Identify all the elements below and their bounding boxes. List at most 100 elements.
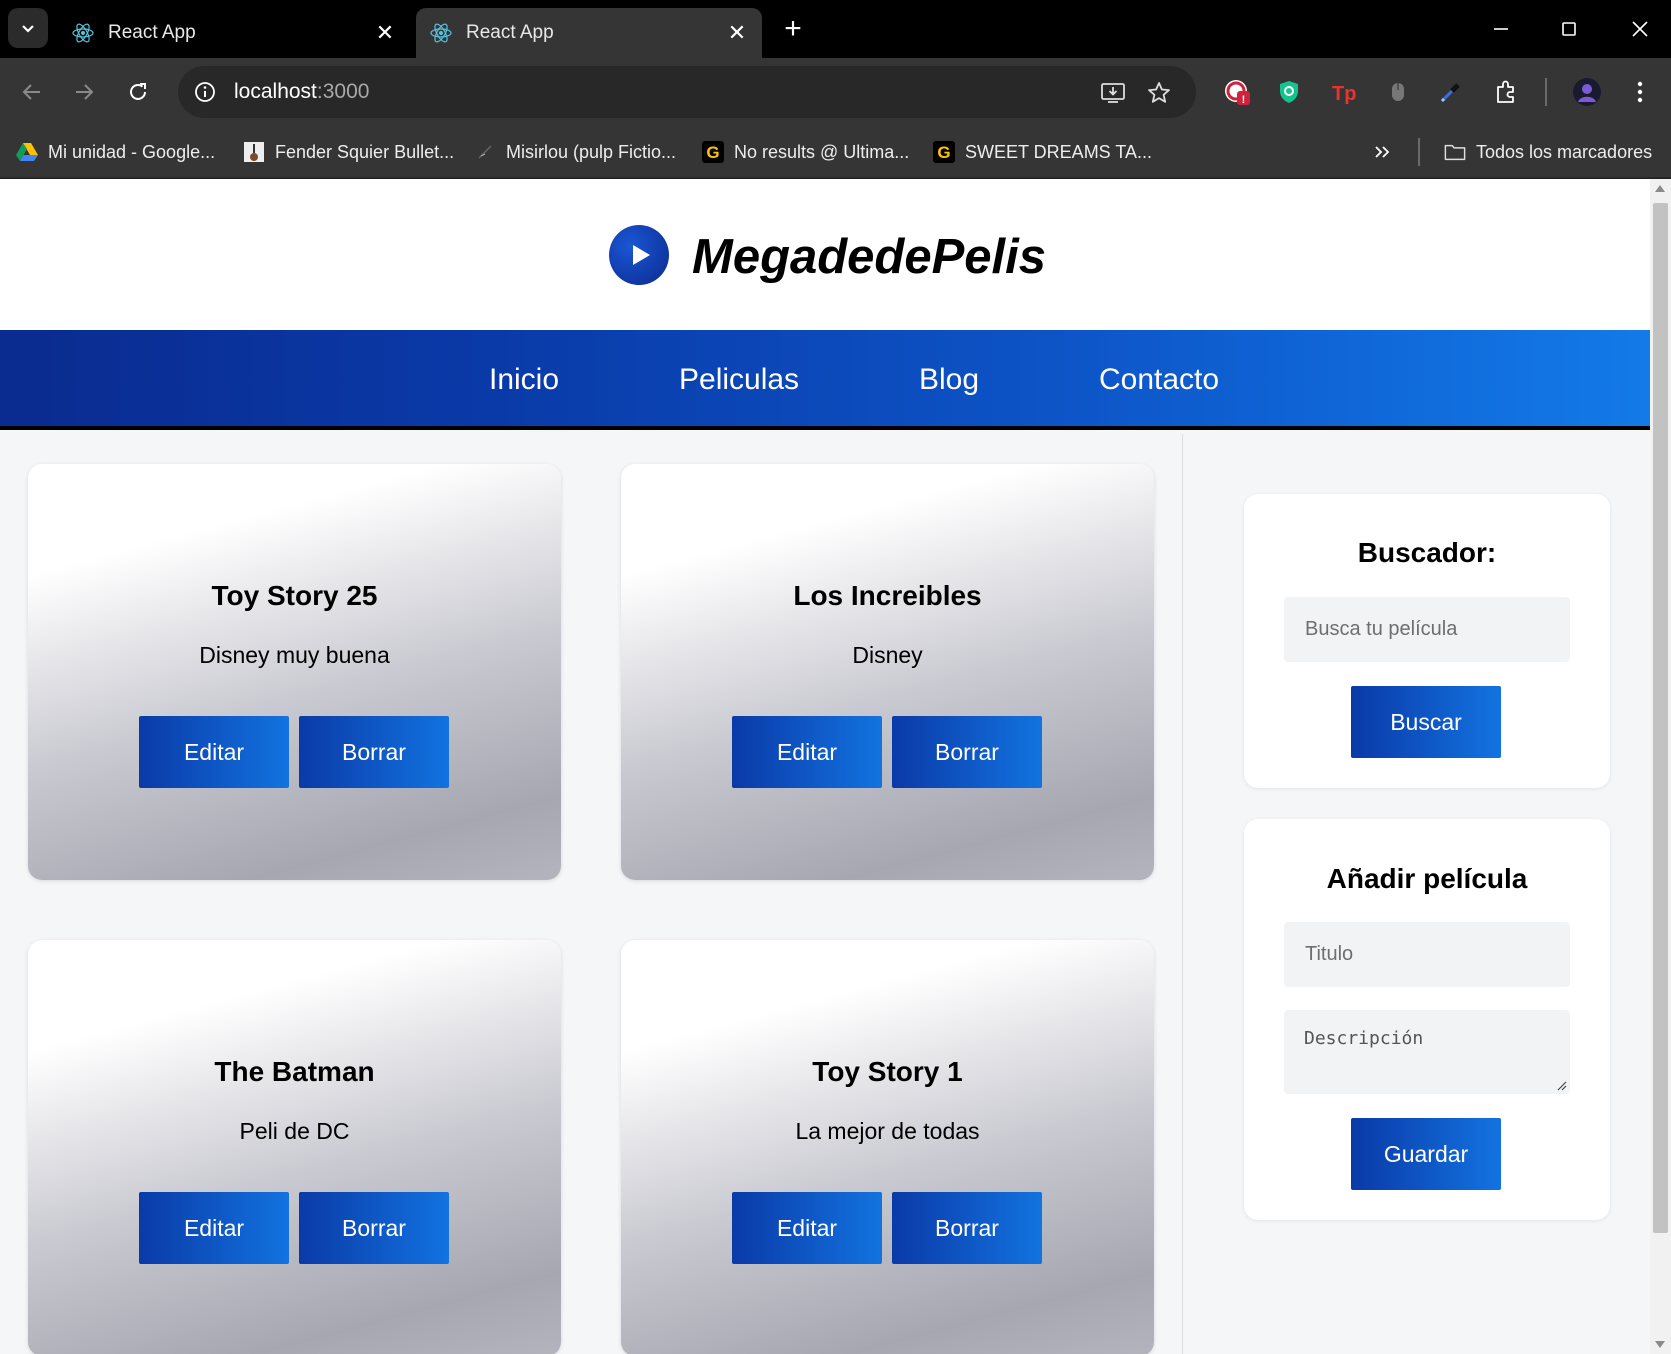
edit-button[interactable]: Editar [139, 716, 289, 788]
browser-tab-active[interactable]: React App ✕ [416, 8, 762, 58]
movie-card: Toy Story 25 Disney muy buena Editar Bor… [28, 464, 561, 880]
search-widget: Buscador: Busca tu película Buscar [1244, 494, 1610, 788]
main-nav: Inicio Peliculas Blog Contacto [0, 330, 1650, 430]
all-bookmarks-button[interactable]: Todos los marcadores [1444, 138, 1652, 166]
install-app-icon[interactable] [1098, 78, 1128, 108]
scroll-down-icon[interactable] [1655, 1341, 1665, 1348]
extensions-puzzle-icon[interactable] [1489, 75, 1523, 109]
bookmark-label: No results @ Ultima... [734, 141, 910, 162]
close-tab-icon[interactable]: ✕ [722, 18, 752, 48]
search-button[interactable]: Buscar [1351, 686, 1501, 758]
movie-card: Los Increibles Disney Editar Borrar [621, 464, 1154, 880]
movie-description: Disney [852, 642, 923, 668]
back-button[interactable] [12, 72, 52, 112]
svg-text:!: ! [1242, 94, 1246, 106]
nav-link-blog[interactable]: Blog [919, 363, 979, 397]
movie-description: Peli de DC [239, 1118, 350, 1144]
ultimate-guitar-icon: G [933, 141, 955, 163]
description-placeholder: Descripción [1304, 1028, 1424, 1049]
extension-icon[interactable]: ! [1220, 75, 1254, 109]
scroll-up-icon[interactable] [1655, 185, 1665, 192]
minimize-button[interactable] [1481, 10, 1521, 48]
sidebar: Buscador: Busca tu película Buscar Añadi… [1184, 434, 1650, 1354]
title-input[interactable]: Titulo [1284, 922, 1570, 987]
browser-tab[interactable]: React App ✕ [58, 8, 410, 58]
scrollbar-thumb[interactable] [1653, 203, 1668, 1233]
tp-extension-icon[interactable]: Tp [1327, 75, 1361, 109]
all-bookmarks-label: Todos los marcadores [1476, 141, 1653, 162]
add-movie-widget: Añadir película Titulo Descripción Guard… [1244, 819, 1610, 1220]
close-icon [1632, 21, 1648, 37]
reload-button[interactable] [118, 72, 158, 112]
google-drive-icon [16, 141, 38, 163]
tab-title: React App [466, 22, 554, 43]
url-host: localhost [234, 80, 317, 103]
menu-kebab-icon[interactable] [1623, 75, 1657, 109]
react-icon [70, 20, 96, 46]
bookmark-item[interactable]: Fender Squier Bullet... [243, 138, 454, 166]
movies-list: Toy Story 25 Disney muy buena Editar Bor… [0, 434, 1183, 1354]
close-window-button[interactable] [1620, 10, 1660, 48]
react-icon [428, 20, 454, 46]
bookmark-item[interactable]: Misirlou (pulp Fictio... [474, 138, 676, 166]
bookmark-item[interactable]: G No results @ Ultima... [702, 138, 909, 166]
delete-button[interactable]: Borrar [299, 716, 449, 788]
address-bar[interactable]: localhost:3000 [178, 66, 1196, 118]
maximize-button[interactable] [1549, 10, 1589, 48]
bookmarks-bar: Mi unidad - Google... Fender Squier Bull… [0, 126, 1671, 178]
arrow-right-icon [76, 84, 94, 100]
reload-icon [130, 83, 146, 100]
eyedropper-extension-icon[interactable] [1434, 75, 1468, 109]
mouse-extension-icon[interactable] [1381, 75, 1415, 109]
nav-link-contacto[interactable]: Contacto [1099, 363, 1219, 397]
double-chevron-right-icon [1375, 146, 1390, 158]
folder-icon [1444, 141, 1466, 163]
movie-card: The Batman Peli de DC Editar Borrar [28, 940, 561, 1354]
bookmark-item[interactable]: G SWEET DREAMS TA... [933, 138, 1152, 166]
movie-description: Disney muy buena [199, 642, 390, 668]
bookmark-star-icon[interactable] [1144, 78, 1174, 108]
save-button[interactable]: Guardar [1351, 1118, 1501, 1190]
play-logo-icon [609, 225, 669, 285]
edit-button[interactable]: Editar [732, 1192, 882, 1264]
bookmarks-divider [1418, 138, 1420, 166]
tab-search-button[interactable] [8, 8, 48, 48]
description-textarea[interactable]: Descripción [1284, 1010, 1570, 1094]
search-input[interactable]: Busca tu película [1284, 597, 1570, 662]
bookmark-label: SWEET DREAMS TA... [965, 141, 1153, 162]
svg-text:Tp: Tp [1332, 83, 1356, 105]
url-port: :3000 [316, 80, 370, 103]
nav-link-peliculas[interactable]: Peliculas [679, 363, 799, 397]
delete-button[interactable]: Borrar [892, 1192, 1042, 1264]
toolbar-divider [1545, 78, 1547, 106]
bookmark-item[interactable]: Mi unidad - Google... [16, 138, 215, 166]
maximize-icon [1562, 22, 1576, 36]
edit-button[interactable]: Editar [732, 716, 882, 788]
add-movie-title: Añadir película [1326, 863, 1528, 894]
close-tab-icon[interactable]: ✕ [370, 18, 400, 48]
movie-title: The Batman [214, 1056, 375, 1087]
bookmark-label: Misirlou (pulp Fictio... [506, 141, 677, 162]
svg-text:G: G [706, 143, 719, 162]
shield-extension-icon[interactable] [1272, 75, 1306, 109]
movie-card: Toy Story 1 La mejor de todas Editar Bor… [621, 940, 1154, 1354]
chevron-down-icon [22, 25, 34, 33]
resize-grip-icon[interactable] [1555, 1079, 1567, 1091]
music-icon [474, 141, 496, 163]
more-bookmarks-button[interactable] [1372, 138, 1392, 166]
edit-button[interactable]: Editar [139, 1192, 289, 1264]
delete-button[interactable]: Borrar [892, 716, 1042, 788]
new-tab-button[interactable]: + [776, 12, 810, 46]
nav-link-inicio[interactable]: Inicio [489, 363, 559, 397]
forward-button[interactable] [64, 72, 104, 112]
bookmark-label: Mi unidad - Google... [48, 141, 216, 162]
search-widget-title: Buscador: [1357, 537, 1497, 568]
site-info-icon[interactable] [190, 77, 220, 107]
browser-tab-bar: React App ✕ React App ✕ + [0, 0, 1671, 58]
avatar[interactable] [1570, 75, 1604, 109]
arrow-left-icon [22, 84, 40, 100]
delete-button[interactable]: Borrar [299, 1192, 449, 1264]
url-text: localhost:3000 [234, 80, 369, 104]
movie-title: Los Increibles [793, 580, 982, 611]
page-scrollbar[interactable] [1650, 179, 1671, 1354]
